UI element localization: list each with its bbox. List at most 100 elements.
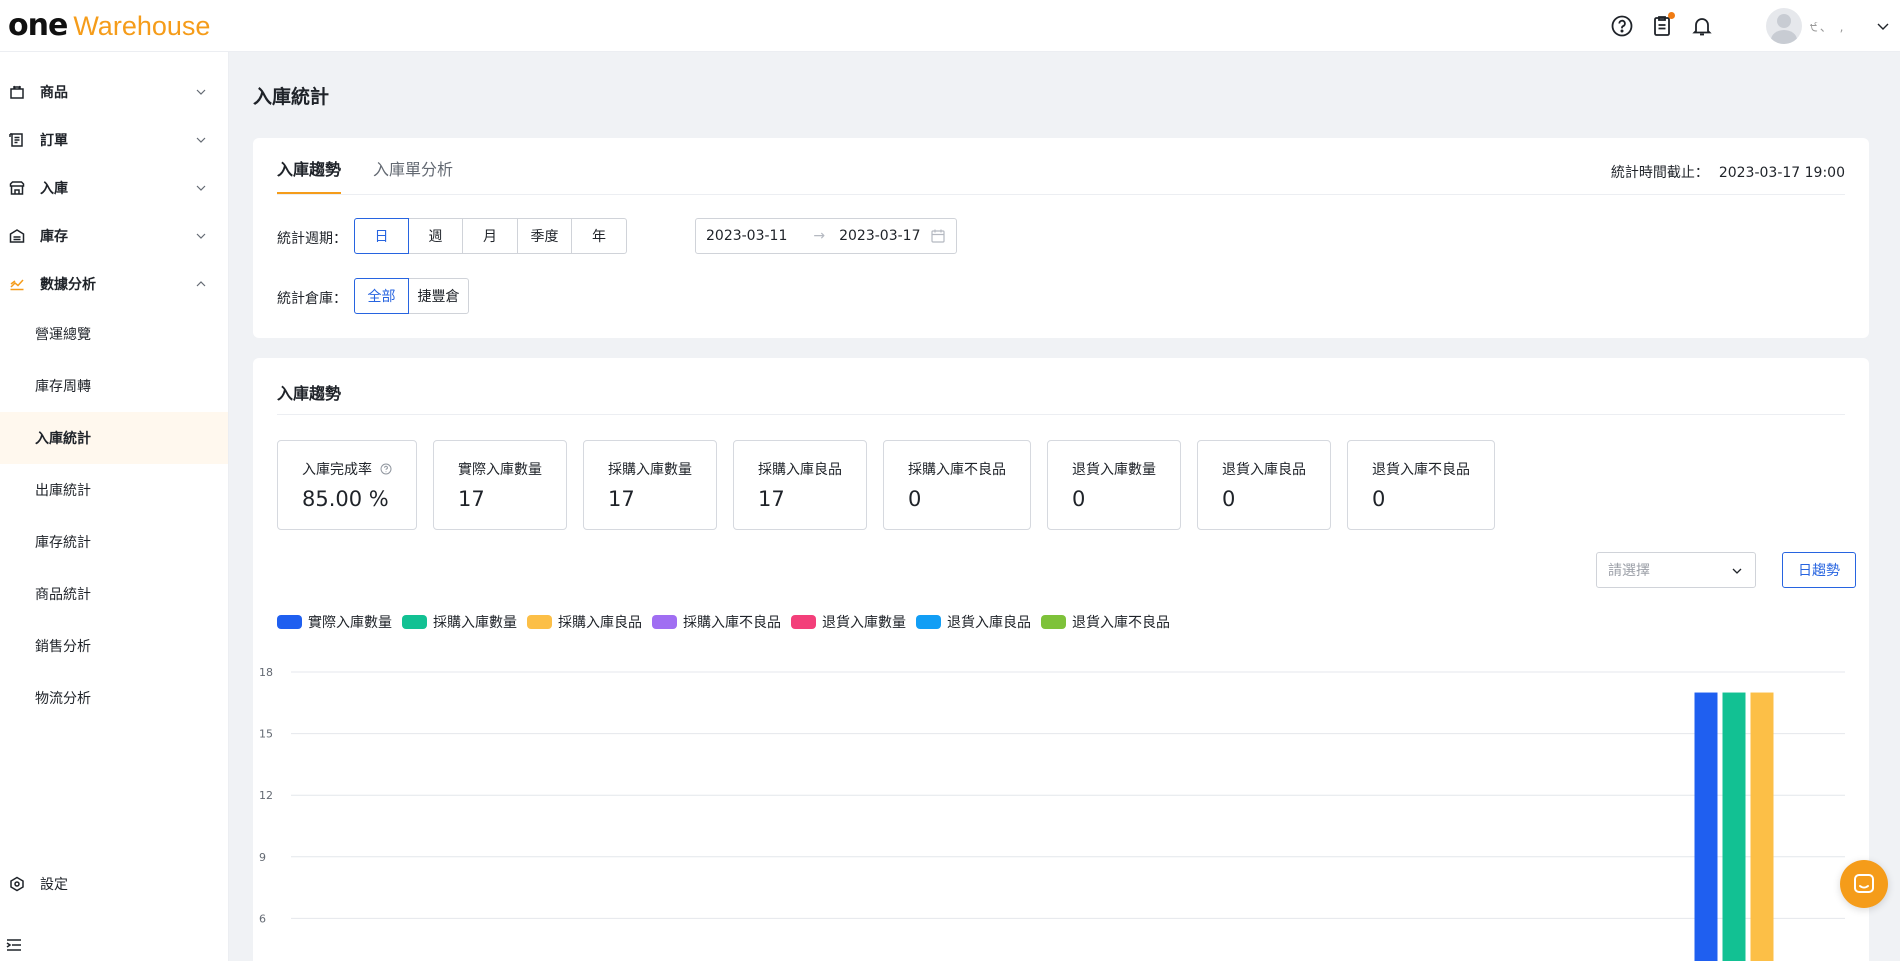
kpi-value: 0 [1072, 487, 1086, 511]
help-icon[interactable] [1608, 12, 1636, 40]
user-menu[interactable]: ੯、 , [1766, 8, 1890, 44]
notification-dot [1668, 12, 1675, 19]
legend-label: 退貨入庫良品 [947, 615, 1031, 631]
sidebar-item-inbound[interactable]: 入庫 [0, 164, 229, 212]
brand-logo[interactable]: one Warehouse [8, 8, 210, 44]
bar[interactable] [1694, 692, 1718, 961]
sidebar-item-inbound-stats[interactable]: 入庫統計 [0, 412, 228, 464]
calendar-icon [931, 229, 945, 243]
kpi-value: 0 [1222, 487, 1236, 511]
y-tick-label: 6 [259, 912, 266, 925]
order-icon [8, 131, 26, 149]
chart-legend: 實際入庫數量 採購入庫數量 採購入庫良品 採購入庫不良品 退貨入庫數量 退貨入庫良品 退貨入… [277, 612, 1180, 632]
trend-card-title: 入庫趨勢 [277, 384, 342, 403]
kpi-label: 退貨入庫數量 [1072, 462, 1156, 478]
arrow-right-icon: → [813, 228, 826, 244]
sidebar-item-goods-stats[interactable]: 商品統計 [0, 568, 228, 620]
warehouse-jiefeng-button[interactable]: 捷豐倉 [408, 278, 469, 314]
sidebar-item-inventory-stats[interactable]: 庫存統計 [0, 516, 228, 568]
metric-select-placeholder: 請選擇 [1608, 563, 1650, 579]
sidebar-item-logistics-analysis[interactable]: 物流分析 [0, 672, 228, 724]
tabs-divider [277, 194, 1845, 195]
sidebar-item-label: 庫存 [40, 229, 68, 245]
chat-button[interactable] [1840, 860, 1888, 908]
bar[interactable] [1722, 692, 1746, 961]
legend-item[interactable]: 採購入庫不良品 [652, 612, 781, 632]
legend-item[interactable]: 退貨入庫不良品 [1041, 612, 1170, 632]
kpi-value: 17 [758, 487, 785, 511]
period-month-button[interactable]: 月 [462, 218, 518, 254]
date-range-picker[interactable]: 2023-03-11 → 2023-03-17 [695, 218, 957, 254]
stat-time-label: 統計時間截止： [1610, 165, 1709, 181]
period-day-button[interactable]: 日 [354, 218, 409, 254]
clipboard-icon[interactable] [1648, 12, 1676, 40]
trend-card-divider [277, 414, 1845, 415]
sidebar-item-sales-analysis[interactable]: 銷售分析 [0, 620, 228, 672]
inbound-icon [8, 179, 26, 197]
sidebar-item-label: 設定 [40, 877, 68, 893]
kpi-value: 17 [458, 487, 485, 511]
period-year-button[interactable]: 年 [571, 218, 627, 254]
sidebar-item-inventory-turnover[interactable]: 庫存周轉 [0, 360, 228, 412]
legend-label: 採購入庫不良品 [683, 615, 781, 631]
main-content: 入庫統計 入庫趨勢 入庫單分析 統計時間截止： 2023-03-17 19:00 … [229, 52, 1900, 961]
period-label: 統計週期： [277, 231, 347, 247]
chevron-down-icon [196, 185, 206, 191]
chevron-down-icon [1732, 568, 1742, 574]
tab-inbound-trend[interactable]: 入庫趨勢 [277, 138, 342, 194]
menu-collapse-icon[interactable] [4, 935, 24, 955]
kpi-card: 採購入庫不良品 0 [883, 440, 1031, 530]
legend-swatch [916, 615, 941, 629]
kpi-card: 入庫完成率 85.00 % [277, 440, 417, 530]
sidebar-item-orders[interactable]: 訂單 [0, 116, 229, 164]
sidebar-item-analytics[interactable]: 數據分析 [0, 260, 229, 308]
legend-label: 退貨入庫不良品 [1072, 615, 1170, 631]
legend-item[interactable]: 退貨入庫數量 [791, 612, 906, 632]
metric-select[interactable]: 請選擇 [1596, 552, 1756, 588]
date-end[interactable]: 2023-03-17 [839, 228, 920, 244]
daily-trend-button[interactable]: 日趨勢 [1782, 552, 1856, 588]
sidebar-item-outbound-stats[interactable]: 出庫統計 [0, 464, 228, 516]
bell-icon[interactable] [1688, 12, 1716, 40]
chevron-down-icon [196, 233, 206, 239]
period-selector: 日 週 月 季度 年 [354, 218, 627, 254]
date-start[interactable]: 2023-03-11 [706, 228, 787, 244]
question-icon[interactable] [380, 463, 392, 475]
legend-swatch [402, 615, 427, 629]
sidebar-item-label: 商品 [40, 85, 68, 101]
y-tick-label: 18 [259, 666, 273, 679]
sidebar-item-inventory[interactable]: 庫存 [0, 212, 229, 260]
legend-item[interactable]: 採購入庫良品 [527, 612, 642, 632]
legend-item[interactable]: 實際入庫數量 [277, 612, 392, 632]
top-header: one Warehouse ੯、 , [0, 0, 1900, 52]
sidebar-item-operations-overview[interactable]: 營運總覽 [0, 308, 228, 360]
sidebar-item-label: 訂單 [40, 133, 68, 149]
sidebar-item-label: 數據分析 [40, 277, 96, 293]
kpi-value: 0 [908, 487, 922, 511]
legend-item[interactable]: 退貨入庫良品 [916, 612, 1031, 632]
tab-inbound-order-analysis[interactable]: 入庫單分析 [373, 138, 453, 194]
avatar [1766, 8, 1802, 44]
legend-item[interactable]: 採購入庫數量 [402, 612, 517, 632]
chevron-up-icon [196, 281, 206, 287]
kpi-card: 退貨入庫不良品 0 [1347, 440, 1495, 530]
legend-label: 採購入庫數量 [433, 615, 517, 631]
chevron-down-icon [196, 137, 206, 143]
chat-icon [1854, 874, 1874, 893]
bar[interactable] [1750, 692, 1774, 961]
chevron-down-icon [1877, 23, 1889, 30]
legend-label: 退貨入庫數量 [822, 615, 906, 631]
sidebar-item-goods[interactable]: 商品 [0, 68, 229, 116]
kpi-label: 退貨入庫不良品 [1372, 462, 1470, 478]
y-tick-label: 15 [259, 728, 273, 741]
legend-swatch [277, 615, 302, 629]
period-week-button[interactable]: 週 [408, 218, 463, 254]
sidebar-item-label: 入庫 [40, 181, 68, 197]
inbound-trend-chart: 6 9 12 15 18 [259, 666, 1845, 961]
sidebar-item-settings[interactable]: 設定 [0, 860, 229, 908]
kpi-label: 採購入庫不良品 [908, 462, 1006, 478]
filter-card: 入庫趨勢 入庫單分析 統計時間截止： 2023-03-17 19:00 統計週期：… [253, 138, 1869, 338]
warehouse-all-button[interactable]: 全部 [354, 278, 409, 314]
legend-swatch [527, 615, 552, 629]
period-quarter-button[interactable]: 季度 [517, 218, 572, 254]
